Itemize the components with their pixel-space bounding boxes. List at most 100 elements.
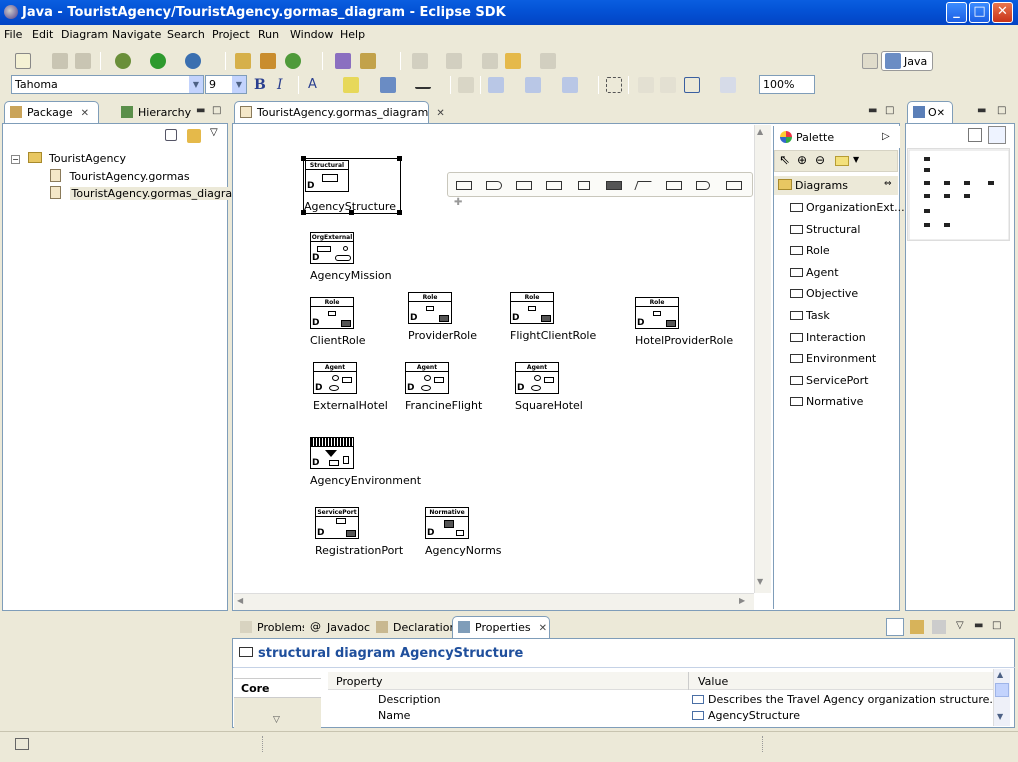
zoom-out-icon[interactable]: ⊖: [815, 153, 825, 167]
node-label[interactable]: ClientRole: [310, 334, 366, 347]
palette-item[interactable]: Agent: [790, 266, 839, 284]
menu-diagram[interactable]: Diagram: [61, 28, 108, 41]
maximize-icon[interactable]: □: [997, 105, 1006, 116]
prev-annotation-icon[interactable]: [446, 53, 462, 69]
link-with-editor-icon[interactable]: [187, 129, 201, 143]
node-figure[interactable]: Role D: [510, 292, 554, 324]
selection-handle[interactable]: [301, 156, 306, 161]
maximize-icon[interactable]: □: [992, 620, 1001, 631]
node-label[interactable]: ExternalHotel: [313, 399, 388, 412]
line-color-icon[interactable]: [380, 77, 396, 93]
fast-view-icon[interactable]: [15, 738, 29, 750]
menu-edit[interactable]: Edit: [32, 28, 53, 41]
last-edit-icon[interactable]: [482, 53, 498, 69]
new-icon[interactable]: [15, 53, 31, 69]
selection-handle[interactable]: [397, 156, 402, 161]
popup-structural2-icon[interactable]: [546, 181, 562, 190]
node-figure[interactable]: Role D: [408, 292, 452, 324]
zoom-fit-icon[interactable]: [720, 77, 736, 93]
node-label[interactable]: HotelProviderRole: [635, 334, 733, 347]
tab-package[interactable]: Package ✕: [4, 101, 99, 123]
open-perspective-icon[interactable]: [862, 53, 878, 69]
copy-appearance-icon[interactable]: [458, 77, 474, 93]
vertical-scrollbar[interactable]: ▲ ▼: [754, 125, 771, 593]
menu-file[interactable]: File: [4, 28, 22, 41]
zoom-in-icon[interactable]: ⊕: [797, 153, 807, 167]
scroll-left-icon[interactable]: ◀: [237, 596, 243, 605]
node-figure[interactable]: Normative D: [425, 507, 469, 539]
open-type-icon[interactable]: [335, 53, 351, 69]
section-tab-core[interactable]: Core: [234, 678, 321, 698]
close-icon[interactable]: ✕: [539, 623, 547, 634]
close-button[interactable]: ✕: [992, 2, 1013, 23]
selection-handle[interactable]: [397, 210, 402, 215]
menu-navigate[interactable]: Navigate: [112, 28, 161, 41]
popup-task-icon[interactable]: [666, 181, 682, 190]
palette-item[interactable]: ServicePort: [790, 374, 868, 392]
node-label[interactable]: ProviderRole: [408, 329, 477, 342]
select-icon[interactable]: [525, 77, 541, 93]
new-class-icon[interactable]: [285, 53, 301, 69]
node-label[interactable]: FlightClientRole: [510, 329, 596, 342]
node-label[interactable]: AgencyMission: [310, 269, 392, 282]
minimize-icon[interactable]: ▬: [977, 105, 986, 116]
view-menu-icon[interactable]: ▽: [210, 127, 218, 138]
horizontal-scrollbar[interactable]: ◀ ▶: [234, 593, 754, 610]
drawer-pin-icon[interactable]: ⇔: [884, 179, 892, 189]
note-icon[interactable]: [835, 156, 849, 166]
minimize-icon[interactable]: ▬: [868, 105, 877, 116]
menu-search[interactable]: Search: [167, 28, 205, 41]
tree-item-gormas[interactable]: TouristAgency.gormas: [50, 168, 190, 184]
view-menu-icon[interactable]: ▽: [956, 620, 964, 631]
node-label[interactable]: RegistrationPort: [315, 544, 403, 557]
table-row[interactable]: Description Describes the Travel Agency …: [328, 692, 993, 708]
palette-item[interactable]: Environment: [790, 352, 876, 370]
scroll-down-icon[interactable]: ▼: [997, 712, 1003, 721]
forward-icon[interactable]: [540, 53, 556, 69]
popup-normative-icon[interactable]: [606, 181, 622, 190]
line-style-icon[interactable]: [415, 79, 431, 89]
properties-scrollbar[interactable]: ▲ ▼: [993, 669, 1010, 726]
outline-thumbnail[interactable]: [907, 148, 1010, 241]
show-advanced-icon[interactable]: [910, 620, 924, 634]
node-figure[interactable]: Agent D: [515, 362, 559, 394]
chevron-down-icon[interactable]: ▼: [853, 155, 859, 164]
menu-project[interactable]: Project: [212, 28, 250, 41]
zoom-input[interactable]: 100%: [759, 75, 815, 94]
table-row[interactable]: Name AgencyStructure: [328, 708, 993, 724]
palette-item[interactable]: OrganizationExt...: [790, 201, 905, 219]
scroll-up-icon[interactable]: ▲: [997, 670, 1003, 679]
maximize-icon[interactable]: □: [212, 105, 221, 116]
route-icon[interactable]: [638, 77, 654, 93]
palette-item[interactable]: Objective: [790, 287, 858, 305]
tab-javadoc[interactable]: @ Javadoc: [304, 616, 370, 638]
fill-color-icon[interactable]: [343, 77, 359, 93]
make-same-size-icon[interactable]: [684, 77, 700, 93]
scroll-thumb[interactable]: [995, 683, 1009, 697]
node-figure[interactable]: Role D: [310, 297, 354, 329]
font-family-select[interactable]: Tahoma ▼: [11, 75, 204, 94]
next-annotation-icon[interactable]: [412, 53, 428, 69]
palette-item[interactable]: Normative: [790, 395, 863, 413]
scroll-up-icon[interactable]: ▲: [757, 127, 763, 136]
tab-outline[interactable]: O✕: [907, 101, 953, 123]
maximize-button[interactable]: □: [969, 2, 990, 23]
node-figure[interactable]: ServicePort D: [315, 507, 359, 539]
tab-hierarchy[interactable]: Hierarchy: [115, 101, 195, 123]
palette-item[interactable]: Task: [790, 309, 830, 327]
tab-properties[interactable]: Properties ✕: [452, 616, 550, 638]
selection-handle[interactable]: [349, 210, 354, 215]
node-figure[interactable]: Agent D: [405, 362, 449, 394]
palette-collapse-icon[interactable]: ▷: [882, 131, 890, 142]
minimize-icon[interactable]: ▬: [974, 620, 983, 631]
scroll-right-icon[interactable]: ▶: [739, 596, 745, 605]
minimize-icon[interactable]: ▬: [196, 105, 205, 116]
node-label[interactable]: FrancineFlight: [405, 399, 482, 412]
align-icon[interactable]: [562, 77, 578, 93]
node-label[interactable]: SquareHotel: [515, 399, 583, 412]
maximize-icon[interactable]: □: [885, 105, 894, 116]
popup-role-icon[interactable]: [486, 181, 502, 190]
popup-structural-icon[interactable]: [456, 181, 472, 190]
arrange-all-icon[interactable]: [488, 77, 504, 93]
close-icon[interactable]: ✕: [81, 108, 89, 119]
